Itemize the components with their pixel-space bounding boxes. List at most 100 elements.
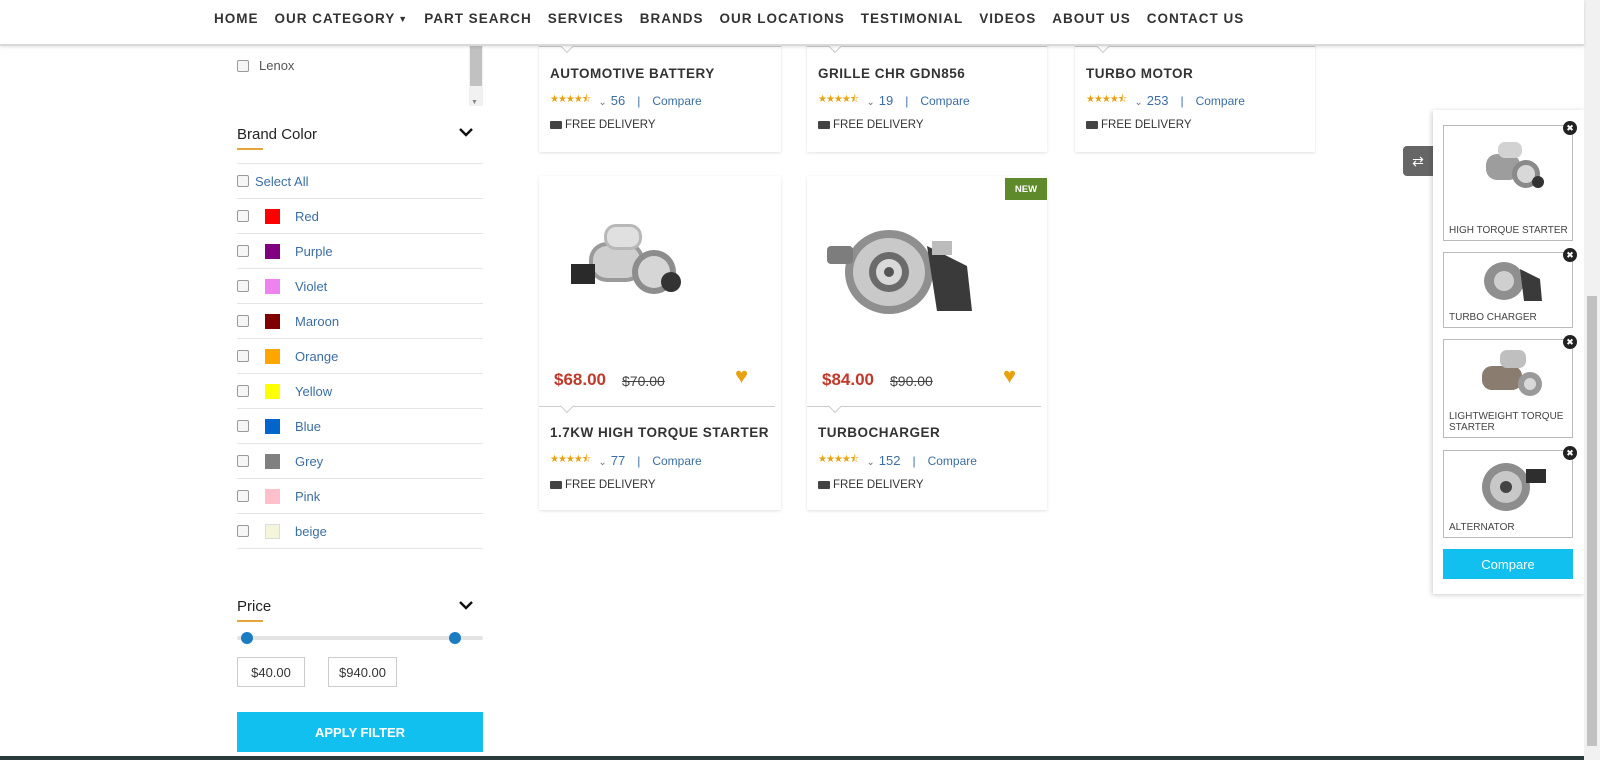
truck-icon: [818, 481, 830, 489]
color-option-yellow[interactable]: Yellow: [237, 374, 483, 409]
apply-filter-button[interactable]: APPLY FILTER: [237, 712, 483, 752]
color-option-red[interactable]: Red: [237, 199, 483, 234]
product-name[interactable]: TURBO MOTOR: [1086, 66, 1193, 81]
review-count-value: 152: [878, 453, 901, 468]
review-count[interactable]: ⌄ 19: [866, 93, 893, 108]
color-option-grey[interactable]: Grey: [237, 444, 483, 479]
title-underline: [237, 620, 263, 622]
compare-link[interactable]: Compare: [652, 94, 701, 108]
close-icon[interactable]: ✖: [1563, 335, 1577, 349]
nav-videos[interactable]: VIDEOS: [979, 11, 1036, 26]
nav-services[interactable]: SERVICES: [548, 11, 624, 26]
page: HOME OUR CATEGORY ▼ PART SEARCH SERVICES …: [0, 0, 1600, 760]
compare-item-name: ALTERNATOR: [1449, 522, 1515, 533]
delivery-info: FREE DELIVERY: [550, 119, 656, 131]
nav-our-category[interactable]: OUR CATEGORY ▼: [275, 11, 409, 26]
color-option-purple[interactable]: Purple: [237, 234, 483, 269]
truck-icon: [818, 121, 830, 129]
price-range-slider[interactable]: [237, 636, 483, 640]
turbocharger-image[interactable]: [827, 216, 987, 326]
price-max-handle[interactable]: [449, 632, 461, 644]
nav-testimonial[interactable]: TESTIMONIAL: [861, 11, 964, 26]
color-option-beige[interactable]: beige: [237, 514, 483, 549]
color-checkbox[interactable]: [237, 385, 249, 397]
wishlist-heart-icon[interactable]: ♥: [1003, 363, 1016, 389]
review-count[interactable]: ⌄ 77: [598, 453, 625, 468]
nav-part-search[interactable]: PART SEARCH: [424, 11, 532, 26]
nav-contact-us[interactable]: CONTACT US: [1147, 11, 1245, 26]
product-name[interactable]: AUTOMOTIVE BATTERY: [550, 66, 715, 81]
color-swatch: [265, 418, 280, 434]
product-name[interactable]: GRILLE CHR GDN856: [818, 66, 965, 81]
color-swatch: [265, 488, 280, 504]
compare-item-name: TURBO CHARGER: [1449, 312, 1537, 323]
wishlist-heart-icon[interactable]: ♥: [735, 363, 748, 389]
compare-link[interactable]: Compare: [1196, 94, 1245, 108]
color-option-maroon[interactable]: Maroon: [237, 304, 483, 339]
compare-item[interactable]: HIGH TORQUE STARTER ✖: [1443, 121, 1577, 241]
separator: |: [912, 453, 916, 468]
color-checkbox[interactable]: [237, 525, 249, 537]
color-option-orange[interactable]: Orange: [237, 339, 483, 374]
product-card[interactable]: TURBO MOTOR ★★★★⯪ ⌄ 253 | Compare FREE DE…: [1075, 30, 1315, 152]
product-card[interactable]: NEW $84.00 $90.00 ♥ TURBOCHARGER ★★★★⯪ ⌄…: [807, 176, 1047, 510]
color-checkbox[interactable]: [237, 280, 249, 292]
delivery-info: FREE DELIVERY: [1086, 119, 1192, 131]
close-icon[interactable]: ✖: [1563, 446, 1577, 460]
starter-motor-image[interactable]: [559, 212, 689, 322]
color-checkbox[interactable]: [237, 490, 249, 502]
compare-link[interactable]: Compare: [652, 454, 701, 468]
color-option-pink[interactable]: Pink: [237, 479, 483, 514]
color-checkbox[interactable]: [237, 350, 249, 362]
color-label: Grey: [295, 453, 324, 469]
compare-toggle-button[interactable]: ⇄: [1403, 146, 1433, 176]
page-scroll-thumb[interactable]: [1587, 296, 1597, 746]
starter-motor-thumbnail: [1486, 142, 1544, 188]
separator: |: [637, 453, 641, 468]
chevron-down-icon[interactable]: [459, 597, 473, 613]
scroll-down-arrow-icon[interactable]: ▼: [471, 99, 478, 106]
color-option-blue[interactable]: Blue: [237, 409, 483, 444]
compare-item[interactable]: TURBO CHARGER ✖: [1443, 248, 1577, 328]
compare-button[interactable]: Compare: [1443, 549, 1573, 579]
product-name[interactable]: 1.7KW HIGH TORQUE STARTER: [550, 425, 769, 440]
select-all-checkbox[interactable]: [237, 175, 249, 187]
compare-link[interactable]: Compare: [920, 94, 969, 108]
color-checkbox[interactable]: [237, 315, 249, 327]
close-icon[interactable]: ✖: [1563, 121, 1577, 135]
close-icon[interactable]: ✖: [1563, 248, 1577, 262]
product-card[interactable]: AUTOMOTIVE BATTERY ★★★★⯪ ⌄ 56 | Compare F…: [539, 30, 781, 152]
color-option-violet[interactable]: Violet: [237, 269, 483, 304]
compare-link[interactable]: Compare: [928, 454, 977, 468]
truck-icon: [1086, 121, 1098, 129]
color-checkbox[interactable]: [237, 455, 249, 467]
product-card[interactable]: GRILLE CHR GDN856 ★★★★⯪ ⌄ 19 | Compare FR…: [807, 30, 1047, 152]
review-count[interactable]: ⌄ 253: [1134, 93, 1168, 108]
compare-panel: HIGH TORQUE STARTER ✖ TURBO CHARGER ✖ LI…: [1433, 110, 1585, 594]
product-card[interactable]: $68.00 $70.00 ♥ 1.7KW HIGH TORQUE STARTE…: [539, 176, 781, 510]
color-checkbox[interactable]: [237, 210, 249, 222]
delivery-label: FREE DELIVERY: [833, 479, 924, 491]
page-scrollbar[interactable]: [1584, 0, 1600, 760]
product-name[interactable]: TURBOCHARGER: [818, 425, 940, 440]
price-max-field[interactable]: $940.00: [328, 657, 397, 687]
compare-item-name: LIGHTWEIGHT TORQUE STARTER: [1449, 411, 1564, 433]
color-checkbox[interactable]: [237, 245, 249, 257]
nav-about-us[interactable]: ABOUT US: [1052, 11, 1131, 26]
nav-our-locations[interactable]: OUR LOCATIONS: [720, 11, 845, 26]
review-count[interactable]: ⌄ 152: [866, 453, 900, 468]
chevron-down-icon[interactable]: [459, 124, 473, 140]
price-min-handle[interactable]: [241, 632, 253, 644]
nav-brands[interactable]: BRANDS: [640, 11, 704, 26]
brand-color-header[interactable]: Brand Color: [237, 46, 483, 150]
review-count[interactable]: ⌄ 56: [598, 93, 625, 108]
compare-item[interactable]: ALTERNATOR ✖: [1443, 446, 1577, 538]
brand-color-title: Brand Color: [237, 126, 318, 143]
color-option-select-all[interactable]: Select All: [237, 164, 483, 199]
nav-home[interactable]: HOME: [214, 11, 259, 26]
color-label: Violet: [295, 278, 328, 294]
delivery-info: FREE DELIVERY: [818, 119, 924, 131]
price-min-field[interactable]: $40.00: [237, 657, 305, 687]
color-checkbox[interactable]: [237, 420, 249, 432]
compare-item[interactable]: LIGHTWEIGHT TORQUE STARTER ✖: [1443, 335, 1577, 438]
